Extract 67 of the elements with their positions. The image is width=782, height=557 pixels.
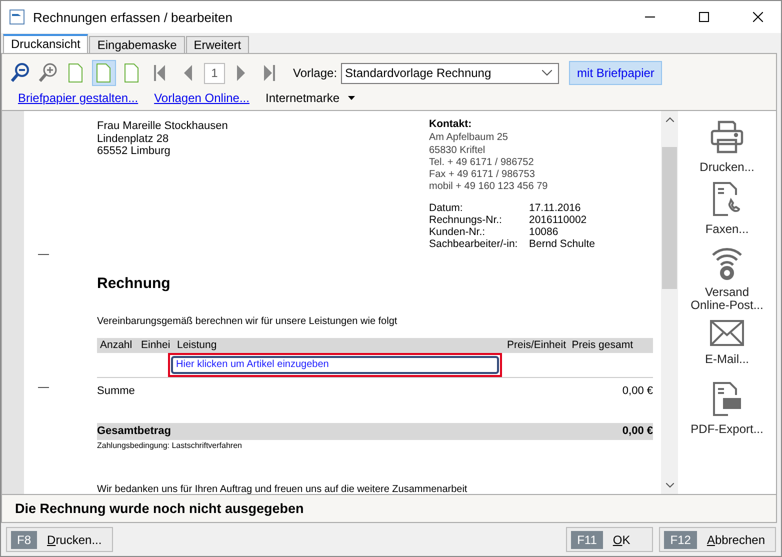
page-view-icon[interactable] [92, 60, 116, 86]
column-header: Leistung [176, 339, 218, 352]
total-value: 0,00 € [622, 425, 653, 438]
action-button[interactable]: Drucken... [687, 119, 767, 181]
tab[interactable]: Eingabemaske [89, 36, 185, 53]
meta-label: Kunden-Nr.: [429, 226, 486, 238]
sum-value: 0,00 € [622, 384, 653, 397]
tab[interactable]: Erweitert [186, 36, 250, 53]
contact-line: Am Apfelbaum 25 [429, 132, 509, 145]
payment-terms: Zahlungsbedingung: Lastschriftverfahren [97, 440, 243, 450]
status-message: Die Rechnung wurde noch nicht ausgegeben [1, 495, 777, 523]
intro-text: Vereinbarungsgemäß berechnen wir für unsere Leistungen wie folgt [97, 316, 398, 327]
column-header: Preis gesamt [570, 339, 633, 352]
link[interactable]: Vorlagen Online... [154, 91, 250, 105]
action-button[interactable]: Faxen... [687, 181, 767, 244]
action-button[interactable]: Versand Online-Post... [687, 244, 767, 319]
meta-value: 2016110002 [529, 214, 588, 226]
meta-label: Datum: [429, 202, 464, 214]
letterhead-button[interactable]: mit Briefpapier [569, 61, 662, 85]
link[interactable]: Briefpapier gestalten... [18, 91, 138, 105]
scrollbar[interactable] [661, 111, 678, 494]
chevron-down-icon [542, 70, 552, 76]
meta-label: Rechnungs-Nr.: [429, 214, 503, 226]
template-label: Vorlage: [293, 66, 338, 80]
contact-line: mobil + 49 160 123 456 79 [429, 181, 549, 194]
envelope-icon [709, 319, 745, 347]
pdf-file-icon [712, 381, 742, 417]
contact-line: Tel. + 49 6171 / 986752 [429, 156, 535, 170]
template-select[interactable]: Standardvorlage Rechnung [341, 62, 560, 84]
total-label: Gesamtbetrag [97, 425, 171, 438]
action-button[interactable]: E-Mail... [687, 319, 767, 381]
footer-button[interactable]: F8 Drucken... [6, 527, 113, 552]
action-button[interactable]: PDF-Export... [687, 381, 767, 441]
column-header: Einhei [140, 339, 172, 352]
article-entry-field[interactable]: Hier klicken um Artikel einzugeben [168, 352, 502, 377]
meta-value: 10086 [529, 226, 560, 238]
contact-line: 65830 Kriftel [429, 144, 486, 157]
caret-icon [348, 96, 355, 100]
column-header: Preis/Einheit [506, 339, 566, 352]
tab[interactable]: Druckansicht [3, 34, 88, 53]
contact-heading: Kontakt: [429, 118, 473, 130]
document-title: Rechnung [97, 274, 172, 292]
close-icon [753, 12, 763, 22]
closing-text: Wir bedanken uns für Ihren Auftrag und freuen uns auf die weitere Zusammenarbeit [97, 484, 468, 494]
recipient-line: Lindenplatz 28 [97, 132, 170, 145]
fold-mark [38, 387, 49, 388]
scrollbar-thumb[interactable] [662, 146, 677, 288]
document-phone-icon [712, 181, 742, 217]
page-number-field[interactable]: 1 [204, 62, 225, 84]
app-icon [9, 9, 25, 25]
fold-mark [38, 254, 49, 255]
window-title: Rechnungen erfassen / bearbeiten [33, 10, 234, 24]
column-header: Anzahl [99, 339, 134, 352]
maximize-icon [699, 12, 709, 22]
printer-icon [709, 119, 745, 155]
footer-button[interactable]: F11 OK [566, 527, 654, 552]
meta-value: Bernd Schulte [529, 238, 595, 250]
meta-label: Sachbearbeiter/-in: [429, 238, 519, 250]
meta-value: 17.11.2016 [529, 202, 582, 214]
recipient-line: 65552 Limburg [97, 145, 172, 158]
footer-button[interactable]: F12 Abbrechen [659, 527, 776, 552]
dropdown-menu[interactable]: Internetmarke [265, 91, 355, 105]
scroll-up-icon[interactable] [666, 117, 674, 122]
scroll-down-icon[interactable] [666, 483, 674, 488]
sum-label: Summe [97, 384, 135, 397]
contact-line: Fax + 49 6171 / 986753 [429, 169, 536, 182]
recipient-line: Frau Mareille Stockhausen [97, 120, 229, 132]
